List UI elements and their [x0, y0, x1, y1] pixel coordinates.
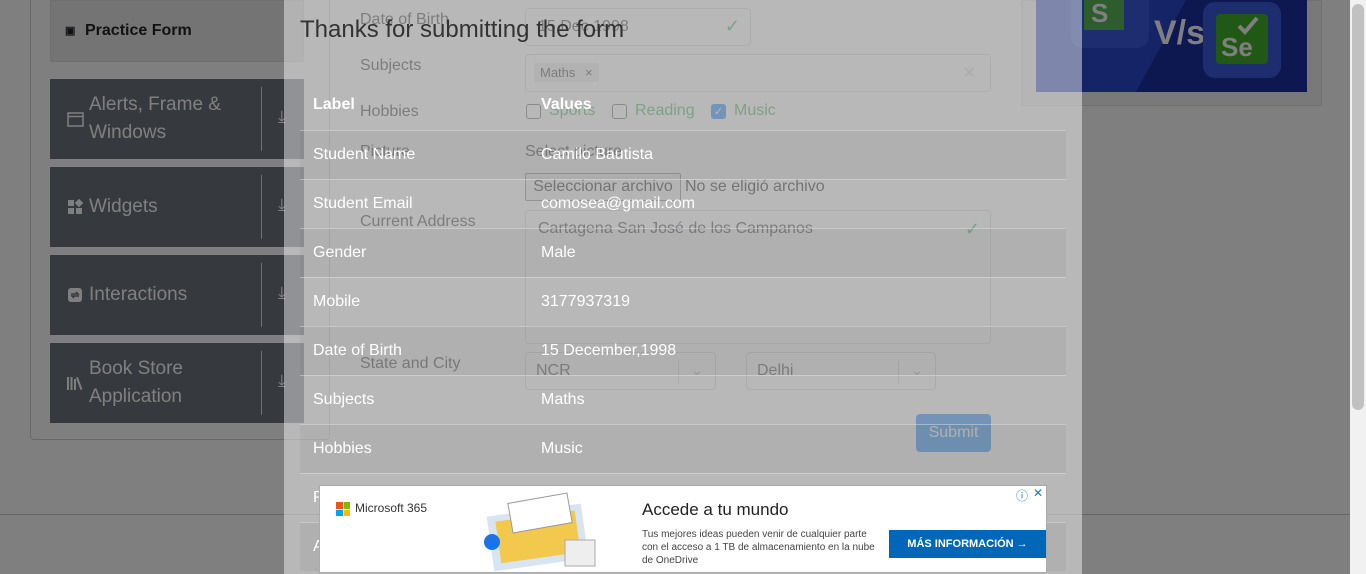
table-row: Hobbies Music — [300, 424, 1066, 473]
header-label: Label — [313, 96, 355, 113]
row-label: Student Email — [313, 195, 413, 212]
row-value: Camilo Bautista — [541, 146, 654, 163]
row-value: comosea@gmail.com — [541, 195, 696, 212]
table-row: Gender Male — [300, 228, 1066, 277]
row-label: Subjects — [313, 391, 375, 408]
ad-body: Tus mejores ideas pueden venir de cualqu… — [642, 529, 875, 566]
table-header: Label Values — [300, 80, 1066, 130]
row-value: Music — [541, 440, 583, 457]
devices-illustration-icon — [484, 492, 596, 572]
row-label: Hobbies — [313, 440, 372, 457]
row-label: Gender — [313, 244, 367, 261]
row-value: Maths — [541, 391, 585, 408]
ad-info-icon[interactable]: ⓘ — [1016, 487, 1028, 504]
microsoft-logo-icon — [336, 502, 350, 516]
ad-close-icon[interactable]: ✕ — [1033, 486, 1043, 500]
ad-cta-button[interactable]: MÁS INFORMACIÓN → — [889, 530, 1046, 558]
row-label: Date of Birth — [313, 342, 402, 359]
row-label: Mobile — [313, 293, 361, 310]
ad-brand: Microsoft 365 — [355, 501, 428, 515]
row-value: Male — [541, 244, 576, 261]
table-row: Student Name Camilo Bautista — [300, 130, 1066, 179]
row-value: 15 December,1998 — [541, 342, 677, 359]
table-row: Date of Birth 15 December,1998 — [300, 326, 1066, 375]
ad-headline: Accede a tu mundo — [642, 500, 789, 519]
table-row: Student Email comosea@gmail.com — [300, 179, 1066, 228]
modal-title: Thanks for submitting the form — [300, 16, 625, 43]
header-values: Values — [541, 96, 592, 113]
row-label: Student Name — [313, 146, 416, 163]
table-row: Mobile 3177937319 — [300, 277, 1066, 326]
table-row: Subjects Maths — [300, 375, 1066, 424]
ad-banner[interactable]: Microsoft 365 Accede a tu mundo Tus mejo… — [319, 485, 1047, 573]
scrollbar-thumb[interactable] — [1352, 4, 1364, 410]
row-value: 3177937319 — [541, 293, 630, 310]
